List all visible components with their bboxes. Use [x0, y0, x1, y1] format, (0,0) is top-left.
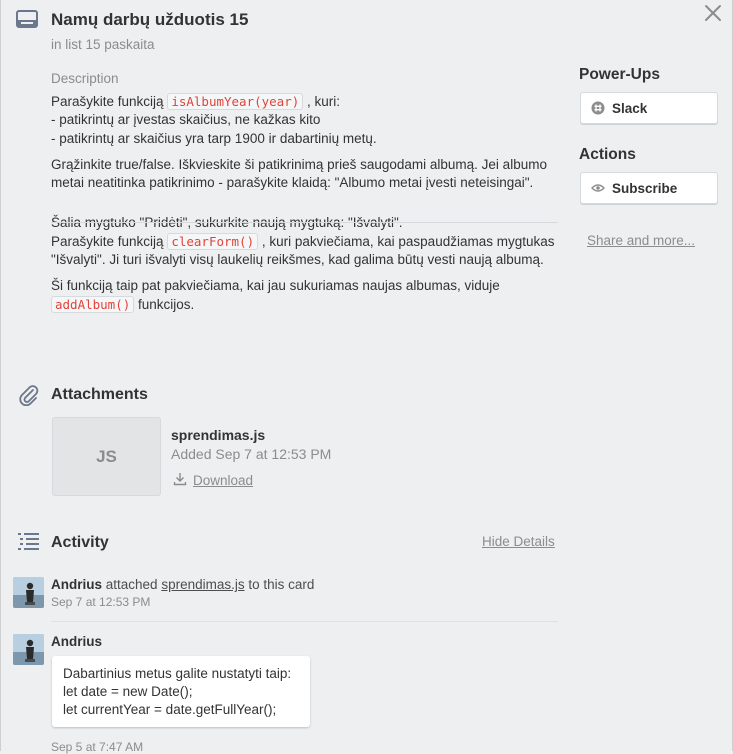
- slack-button[interactable]: Slack: [580, 92, 718, 124]
- card-title[interactable]: Namų darbų užduotis 15: [51, 10, 248, 30]
- paperclip-icon: [18, 384, 40, 407]
- description-paragraph: Grąžinkite true/false. Iškvieskite ši pa…: [51, 156, 547, 191]
- description-text: - patikrintų ar skaičius yra tarp 1900 i…: [51, 130, 377, 146]
- description-divider: [51, 222, 558, 223]
- activity-date[interactable]: Sep 7 at 12:53 PM: [51, 595, 314, 609]
- description-text: , kuri:: [303, 94, 341, 109]
- description-paragraph: Parašykite funkciją isAlbumYear(year) , …: [51, 93, 561, 148]
- eye-icon: [591, 181, 605, 195]
- share-link[interactable]: Share and more...: [587, 233, 695, 248]
- attachment-name[interactable]: sprendimas.js: [171, 427, 265, 443]
- subscribe-button[interactable]: Subscribe: [580, 172, 718, 204]
- attachment-thumbnail[interactable]: JS: [52, 417, 161, 496]
- code-addalbum: addAlbum(): [51, 295, 135, 313]
- description-text: Ši funkciją taip pat pakviečiama, kai ja…: [51, 278, 500, 294]
- activity-entry: Andrius attached sprendimas.js to this c…: [51, 577, 314, 609]
- attachment-added: Added Sep 7 at 12:53 PM: [171, 446, 332, 462]
- download-icon: [173, 472, 187, 489]
- attachments-title: Attachments: [51, 386, 148, 403]
- activity-user[interactable]: Andrius: [51, 577, 102, 592]
- activity-divider: [51, 621, 558, 622]
- card-list-info: in list 15 paskaita: [51, 37, 155, 52]
- slack-label: Slack: [612, 100, 648, 116]
- activity-attachment-link[interactable]: sprendimas.js: [161, 577, 244, 592]
- description-label: Description: [51, 71, 119, 86]
- activity-list-icon: [18, 531, 40, 553]
- activity-suffix: to this card: [244, 577, 315, 592]
- comment-line: let currentYear = date.getFullYear();: [63, 702, 277, 717]
- description-paragraph: Ši funkciją taip pat pakviečiama, kai ja…: [51, 277, 561, 314]
- description-text: funkcijos.: [134, 296, 195, 312]
- hide-details-link[interactable]: Hide Details: [482, 534, 555, 549]
- activity-title: Activity: [51, 534, 109, 551]
- close-icon[interactable]: [701, 1, 725, 25]
- comment-body: Dabartinius metus galite nustatyti taip:…: [52, 656, 310, 727]
- code-clearform: clearForm(): [167, 232, 259, 250]
- activity-action: attached: [102, 577, 162, 592]
- description-text: Parašykite funkciją: [51, 233, 168, 249]
- description-text: Parašykite funkciją: [51, 94, 168, 109]
- code-isalbumyear: isAlbumYear(year): [167, 93, 304, 110]
- powerups-title: Power-Ups: [579, 66, 660, 83]
- download-label: Download: [193, 473, 254, 488]
- download-link[interactable]: Download: [173, 472, 253, 489]
- avatar[interactable]: [13, 634, 44, 665]
- avatar[interactable]: [13, 577, 44, 608]
- description-body[interactable]: Parašykite funkciją isAlbumYear(year) , …: [51, 93, 561, 314]
- comment-line: Dabartinius metus galite nustatyti taip:: [63, 666, 292, 681]
- subscribe-label: Subscribe: [612, 180, 678, 196]
- card-icon: [16, 10, 38, 28]
- description-text: - patikrintų ar įvestas skaičius, ne kaž…: [51, 112, 321, 128]
- actions-title: Actions: [579, 146, 636, 163]
- comment-line: let date = new Date();: [63, 684, 193, 699]
- comment-author[interactable]: Andrius: [51, 634, 102, 649]
- comment-date[interactable]: Sep 5 at 7:47 AM: [51, 740, 143, 754]
- slack-icon: [591, 101, 605, 115]
